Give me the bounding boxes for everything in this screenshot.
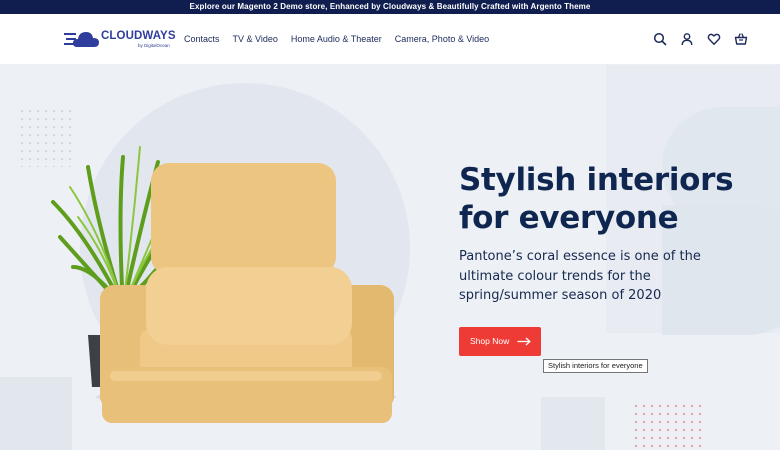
nav-item-contacts[interactable]: Contacts [184,34,220,44]
header-actions [653,32,748,46]
hero-title-line: Stylish interiors [459,162,734,198]
nav-item-home-audio[interactable]: Home Audio & Theater [291,34,382,44]
logo[interactable]: CLOUDWAYS by DigitalOcean [64,28,176,52]
user-icon[interactable] [680,32,694,46]
tooltip: Stylish interiors for everyone [543,359,648,373]
hero-title: Stylish interiors for everyone [459,161,759,237]
hero-dot-pattern-red [632,402,704,450]
nav-item-tv-video[interactable]: TV & Video [233,34,278,44]
announcement-bar: Explore our Magento 2 Demo store, Enhanc… [0,0,780,14]
cloud-logo-icon [64,32,99,47]
heart-icon[interactable] [707,32,721,46]
armchair-image [96,163,396,423]
shop-now-button[interactable]: Shop Now [459,327,541,356]
search-icon[interactable] [653,32,667,46]
nav-item-camera-photo[interactable]: Camera, Photo & Video [395,34,489,44]
hero-deco-shape [541,397,605,450]
hero-description: Pantone’s coral essence is one of the ul… [459,249,701,303]
shop-now-label: Shop Now [470,336,510,346]
site-header: CLOUDWAYS by DigitalOcean Contacts TV & … [0,14,780,65]
announcement-text: Explore our Magento 2 Demo store, Enhanc… [189,2,591,11]
hero-banner: Stylish interiors for everyone Pantone’s… [0,65,780,450]
basket-icon[interactable] [734,32,748,46]
arrow-right-icon [517,337,531,346]
main-nav: Contacts TV & Video Home Audio & Theater… [184,34,489,44]
logo-brand-text: CLOUDWAYS [101,30,176,42]
logo-sub-text: by DigitalOcean [138,43,170,48]
hero-title-line: for everyone [459,200,679,236]
